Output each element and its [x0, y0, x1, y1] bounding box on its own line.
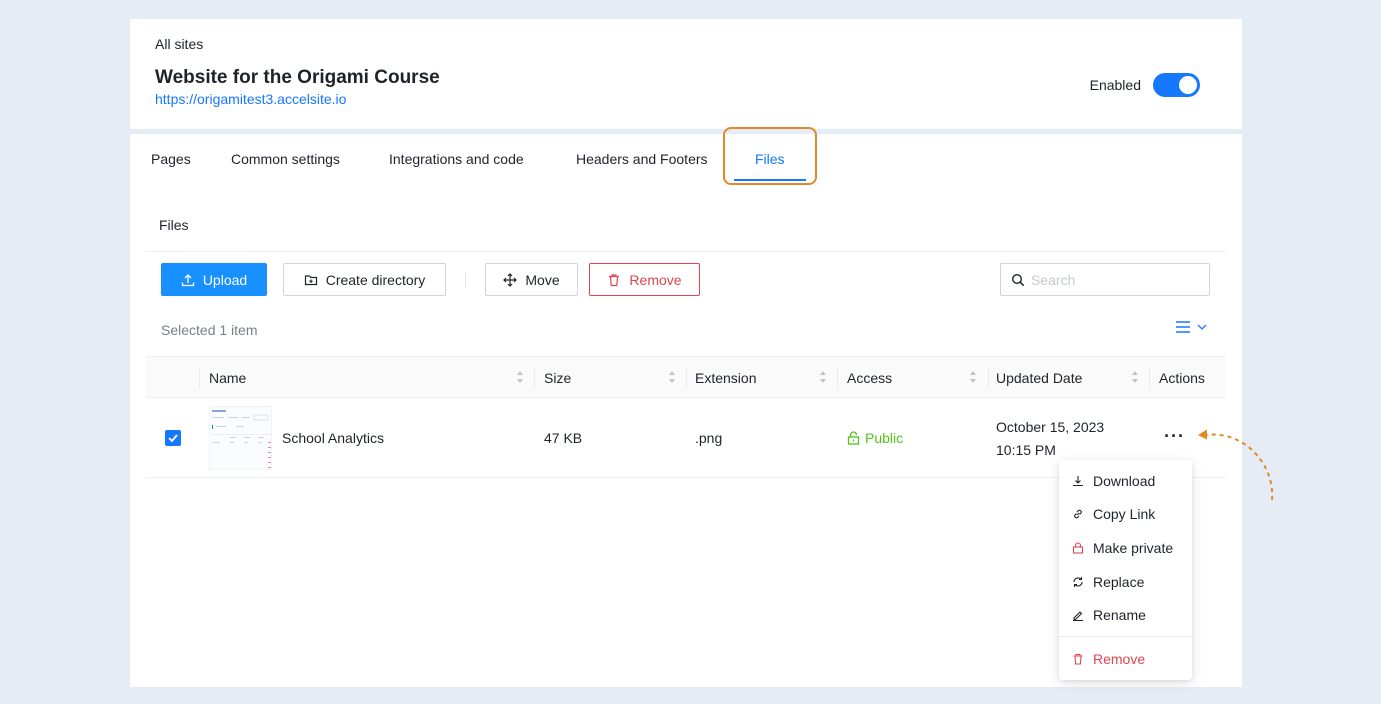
menu-item-download[interactable]: Download: [1059, 466, 1192, 496]
table-header: Name Size Extension Access Updated Date …: [146, 356, 1226, 398]
list-view-icon: [1176, 321, 1190, 333]
upload-label: Upload: [202, 271, 248, 288]
file-extension: .png: [695, 430, 723, 446]
column-separator: [1149, 367, 1150, 389]
tab-bar: Pages Common settings Integrations and c…: [130, 127, 1242, 185]
tab-integrations[interactable]: Integrations and code: [389, 151, 524, 167]
column-separator: [199, 367, 200, 389]
column-extension[interactable]: Extension: [695, 370, 756, 386]
refresh-icon: [1073, 577, 1083, 587]
move-button[interactable]: Move: [485, 263, 578, 296]
download-icon: [1073, 476, 1083, 487]
lock-icon: [1072, 542, 1084, 554]
tab-pages[interactable]: Pages: [151, 151, 191, 167]
menu-item-rename[interactable]: Rename: [1059, 600, 1192, 630]
pencil-icon: [1073, 611, 1083, 621]
link-icon: [1074, 509, 1082, 519]
section-title: Files: [159, 217, 189, 233]
menu-label-make-private: Make private: [1093, 540, 1174, 556]
site-title: Website for the Origami Course: [155, 67, 440, 88]
active-tab-underline: [734, 179, 806, 181]
toolbar-separator: [465, 272, 466, 288]
file-thumbnail[interactable]: [209, 406, 272, 470]
menu-item-replace[interactable]: Replace: [1059, 567, 1192, 597]
toggle-knob: [1179, 76, 1197, 94]
tab-headers-footers[interactable]: Headers and Footers: [576, 151, 708, 167]
selected-count: Selected 1 item: [161, 322, 258, 338]
enabled-label: Enabled: [1089, 77, 1141, 93]
annotation-arrow: [1197, 429, 1274, 501]
menu-label-remove: Remove: [1093, 651, 1146, 667]
tab-common-settings[interactable]: Common settings: [231, 151, 340, 167]
folder-add-icon: [304, 274, 317, 285]
create-directory-label: Create directory: [325, 271, 426, 288]
upload-icon: [181, 273, 194, 286]
column-name[interactable]: Name: [209, 370, 246, 386]
more-dots-icon[interactable]: ···: [1164, 426, 1185, 447]
upload-button[interactable]: Upload: [161, 263, 267, 296]
menu-label-download: Download: [1093, 473, 1156, 489]
checkmark-icon: [168, 434, 178, 442]
menu-divider: [1059, 636, 1192, 637]
move-icon: [503, 272, 518, 287]
sort-size-icon[interactable]: [668, 370, 676, 384]
row-checkbox[interactable]: [165, 430, 181, 446]
sort-updated-icon[interactable]: [1131, 370, 1139, 384]
breadcrumb-all-sites[interactable]: All sites: [155, 36, 203, 52]
sort-name-icon[interactable]: [516, 370, 524, 384]
remove-label: Remove: [629, 271, 682, 288]
access-label: Public: [865, 430, 904, 446]
file-access: Public: [847, 430, 903, 446]
column-separator: [534, 367, 535, 389]
view-mode-dropdown[interactable]: [1175, 320, 1207, 334]
column-updated-date[interactable]: Updated Date: [996, 370, 1082, 386]
sort-extension-icon[interactable]: [819, 370, 827, 384]
column-separator: [837, 367, 838, 389]
enabled-control: Enabled: [1090, 73, 1200, 97]
remove-button[interactable]: Remove: [589, 263, 700, 296]
search-input[interactable]: [1031, 271, 1201, 288]
move-label: Move: [525, 271, 560, 288]
menu-item-copy-link[interactable]: Copy Link: [1059, 499, 1192, 529]
unlock-icon: [847, 431, 860, 445]
section-divider: [146, 251, 1226, 252]
file-actions-menu: Download Copy Link Make private Replace …: [1059, 460, 1192, 680]
file-size: 47 KB: [544, 430, 583, 446]
trash-icon: [1073, 653, 1083, 665]
sort-access-icon[interactable]: [969, 370, 977, 384]
site-header-card: All sites Website for the Origami Course…: [130, 19, 1242, 129]
tab-files[interactable]: Files: [755, 151, 785, 167]
column-separator: [988, 367, 989, 389]
trash-icon: [609, 273, 620, 286]
create-directory-button[interactable]: Create directory: [283, 263, 446, 296]
search-icon: [1011, 273, 1025, 286]
column-actions: Actions: [1159, 370, 1205, 386]
menu-label-copy-link: Copy Link: [1093, 506, 1156, 522]
column-size[interactable]: Size: [544, 370, 571, 386]
column-separator: [686, 367, 687, 389]
menu-label-rename: Rename: [1093, 607, 1146, 623]
site-url-link[interactable]: https://origamitest3.accelsite.io: [155, 91, 346, 107]
menu-item-make-private[interactable]: Make private: [1059, 533, 1192, 563]
menu-item-remove[interactable]: Remove: [1059, 644, 1192, 674]
chevron-down-icon: [1197, 324, 1207, 330]
thumbnail-preview-image: [212, 410, 271, 468]
file-updated-time: 10:15 PM: [996, 442, 1056, 458]
enabled-toggle[interactable]: [1153, 73, 1200, 97]
file-updated-date: October 15, 2023: [996, 419, 1105, 435]
menu-label-replace: Replace: [1093, 574, 1145, 590]
column-access[interactable]: Access: [847, 370, 892, 386]
search-box: [1000, 263, 1210, 296]
file-name[interactable]: School Analytics: [282, 430, 384, 446]
